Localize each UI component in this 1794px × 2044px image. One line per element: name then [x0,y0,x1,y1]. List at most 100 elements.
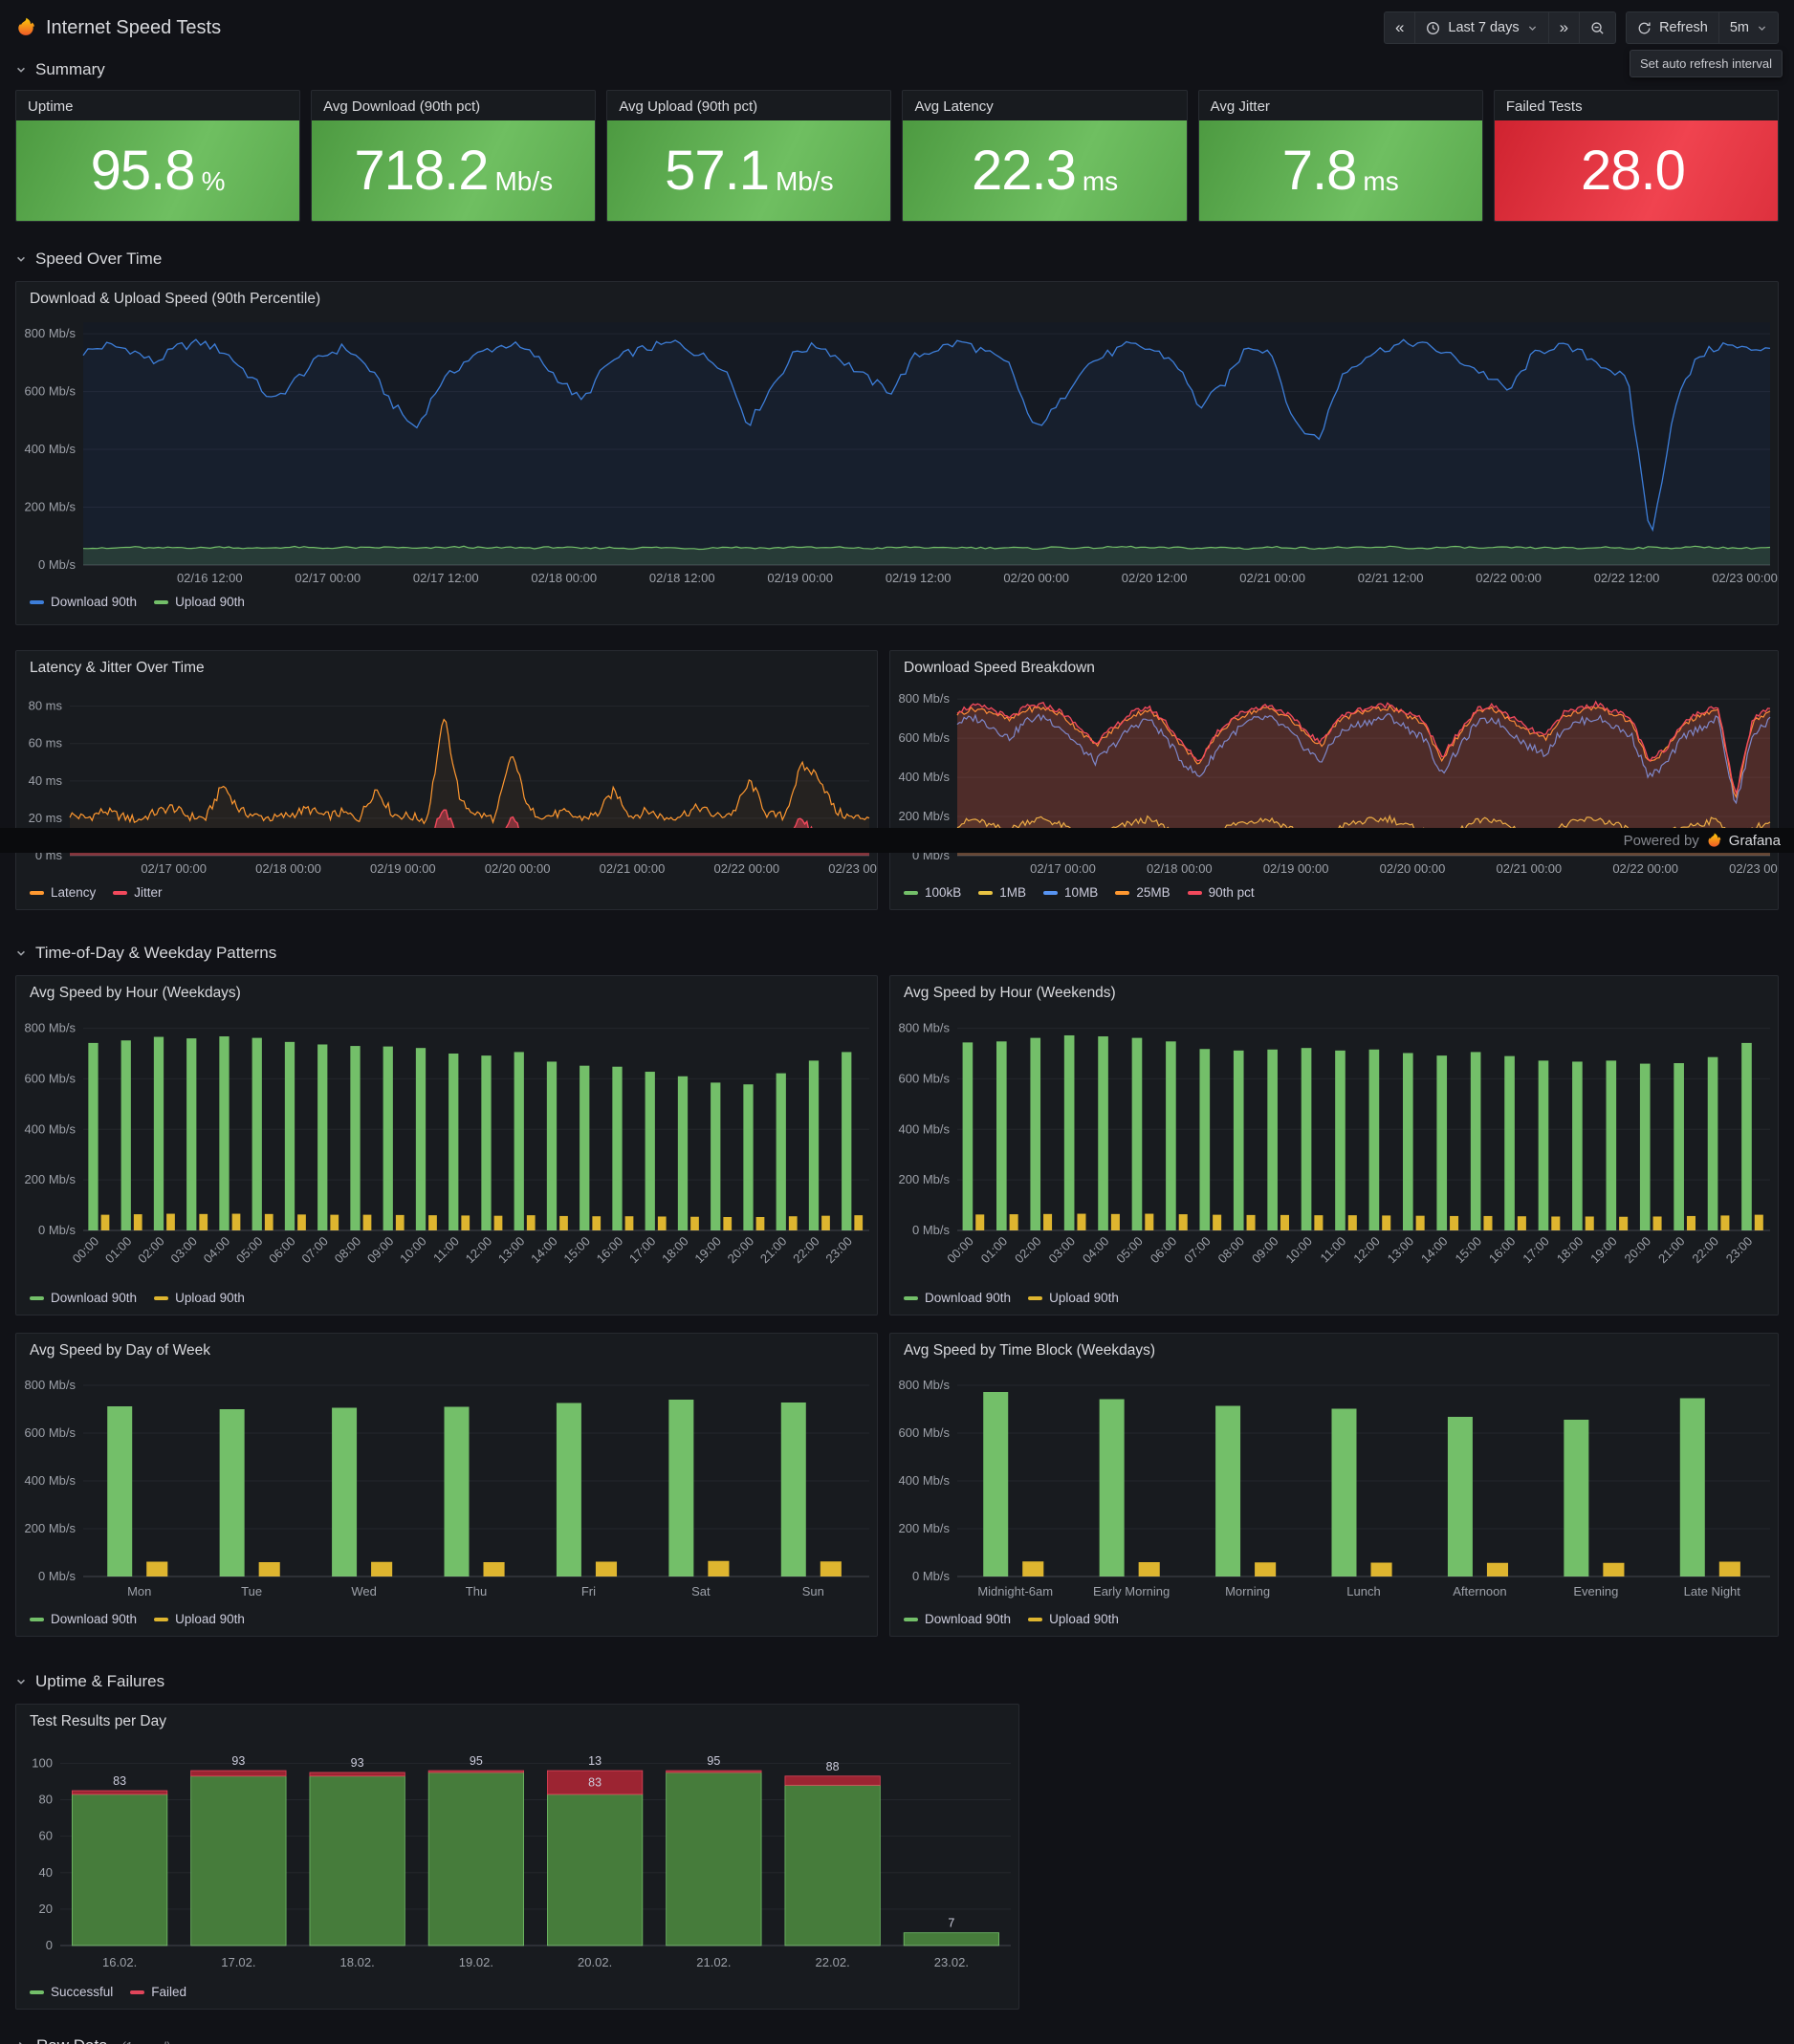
panel-title[interactable]: Download Speed Breakdown [890,651,1778,684]
legend-item[interactable]: Latency [30,885,96,900]
svg-text:40 ms: 40 ms [29,773,63,788]
svg-text:12:00: 12:00 [1350,1234,1383,1267]
legend-swatch [113,891,127,895]
legend-item[interactable]: Download 90th [30,595,137,609]
legend-item[interactable]: Jitter [113,885,162,900]
svg-text:19:00: 19:00 [691,1234,724,1267]
svg-text:02/16 12:00: 02/16 12:00 [177,571,243,585]
stat-value: 718.2Mb/s [312,120,595,221]
refresh-button[interactable]: Refresh [1627,12,1718,43]
legend-item[interactable]: Upload 90th [1028,1291,1119,1305]
section-speed-over-time[interactable]: Speed Over Time [15,243,1779,275]
legend-item[interactable]: 100kB [904,885,961,900]
legend-item[interactable]: Failed [130,1985,186,1999]
stat-panel-avg-latency: Avg Latency 22.3ms [902,90,1187,222]
svg-text:88: 88 [826,1760,840,1773]
svg-text:02/18 00:00: 02/18 00:00 [1147,861,1213,876]
refresh-icon [1637,21,1652,35]
svg-text:02:00: 02:00 [1012,1234,1044,1267]
panel-hour-weekends: Avg Speed by Hour (Weekends) 0 Mb/s200 M… [889,975,1779,1316]
panel-title[interactable]: Avg Speed by Day of Week [16,1334,877,1366]
svg-text:13:00: 13:00 [1385,1234,1417,1267]
svg-text:15:00: 15:00 [560,1234,593,1267]
time-forward-button[interactable]: » [1548,12,1579,43]
section-patterns[interactable]: Time-of-Day & Weekday Patterns [15,937,1779,969]
svg-text:800 Mb/s: 800 Mb/s [899,691,951,706]
svg-text:00:00: 00:00 [944,1234,976,1267]
svg-text:22.02.: 22.02. [816,1955,850,1969]
legend-swatch [30,1296,44,1300]
hour-weekends-chart: 0 Mb/s200 Mb/s400 Mb/s600 Mb/s800 Mb/s00… [890,1009,1778,1286]
legend-item[interactable]: 25MB [1115,885,1170,900]
svg-text:01:00: 01:00 [978,1234,1011,1267]
legend-swatch [978,891,993,895]
panel-title[interactable]: Avg Speed by Hour (Weekdays) [16,976,877,1009]
section-summary[interactable]: Summary [15,54,1779,86]
svg-text:11:00: 11:00 [430,1234,462,1266]
svg-text:0 Mb/s: 0 Mb/s [38,1569,77,1583]
svg-text:03:00: 03:00 [167,1234,200,1267]
svg-text:02/20 00:00: 02/20 00:00 [1003,571,1069,585]
svg-text:60: 60 [39,1829,53,1843]
svg-text:02/22 12:00: 02/22 12:00 [1594,571,1660,585]
svg-text:02/20 00:00: 02/20 00:00 [1380,861,1446,876]
section-uptime-failures[interactable]: Uptime & Failures [15,1665,1779,1698]
legend-item[interactable]: Upload 90th [1028,1612,1119,1626]
legend-item[interactable]: Download 90th [904,1291,1011,1305]
svg-text:05:00: 05:00 [1113,1234,1146,1267]
stat-title[interactable]: Uptime [16,91,299,120]
svg-text:Fri: Fri [581,1584,596,1598]
grafana-wordmark[interactable]: Grafana [1729,833,1781,849]
svg-text:800 Mb/s: 800 Mb/s [25,1378,77,1392]
download-upload-chart: 0 Mb/s200 Mb/s400 Mb/s600 Mb/s800 Mb/s02… [16,315,1778,590]
legend-item[interactable]: 90th pct [1188,885,1255,900]
legend-swatch [30,891,44,895]
chart-legend: 100kB 1MB 10MB 25MB 90th pct [890,881,1778,907]
svg-text:Thu: Thu [466,1584,487,1598]
legend-item[interactable]: Download 90th [30,1291,137,1305]
svg-text:06:00: 06:00 [266,1234,298,1267]
stat-title[interactable]: Failed Tests [1495,91,1778,120]
svg-text:18:00: 18:00 [659,1234,691,1267]
legend-item[interactable]: Download 90th [30,1612,137,1626]
panel-title[interactable]: Avg Speed by Time Block (Weekdays) [890,1334,1778,1366]
svg-text:02/21 00:00: 02/21 00:00 [600,861,666,876]
svg-text:23:00: 23:00 [1723,1234,1756,1267]
stat-title[interactable]: Avg Latency [903,91,1186,120]
legend-item[interactable]: Upload 90th [154,1291,245,1305]
svg-text:400 Mb/s: 400 Mb/s [899,1121,951,1136]
svg-text:02/21 00:00: 02/21 00:00 [1239,571,1305,585]
svg-text:Afternoon: Afternoon [1453,1584,1506,1598]
svg-text:02/20 00:00: 02/20 00:00 [485,861,551,876]
zoom-out-icon [1590,21,1605,35]
panel-title[interactable]: Avg Speed by Hour (Weekends) [890,976,1778,1009]
legend-item[interactable]: Upload 90th [154,1612,245,1626]
legend-item[interactable]: Upload 90th [154,595,245,609]
time-controls: « Last 7 days » [1384,11,1616,44]
zoom-out-button[interactable] [1579,12,1615,43]
svg-text:600 Mb/s: 600 Mb/s [899,730,951,745]
stat-title[interactable]: Avg Upload (90th pct) [607,91,890,120]
svg-text:08:00: 08:00 [1215,1234,1248,1267]
svg-text:06:00: 06:00 [1148,1234,1180,1267]
section-raw-data[interactable]: Raw Data (1 panel) [15,2031,1779,2044]
test-results-chart: 0204060801008316.02.9317.02.9318.02.9519… [16,1737,1018,1980]
time-back-button[interactable]: « [1385,12,1414,43]
panel-title[interactable]: Test Results per Day [16,1705,1018,1737]
stat-title[interactable]: Avg Download (90th pct) [312,91,595,120]
panel-title[interactable]: Download & Upload Speed (90th Percentile… [16,282,1778,315]
svg-text:93: 93 [351,1756,364,1770]
svg-text:04:00: 04:00 [201,1234,233,1267]
legend-item[interactable]: 1MB [978,885,1026,900]
legend-item[interactable]: Download 90th [904,1612,1011,1626]
legend-swatch [130,1990,144,1994]
refresh-interval-dropdown[interactable]: 5m [1718,12,1778,43]
legend-item[interactable]: Successful [30,1985,113,1999]
legend-item[interactable]: 10MB [1043,885,1098,900]
panel-title[interactable]: Latency & Jitter Over Time [16,651,877,684]
svg-text:40: 40 [39,1865,53,1880]
svg-text:20: 20 [39,1902,53,1916]
time-range-picker[interactable]: Last 7 days [1414,12,1547,43]
stat-title[interactable]: Avg Jitter [1199,91,1482,120]
stat-value: 95.8% [16,120,299,221]
